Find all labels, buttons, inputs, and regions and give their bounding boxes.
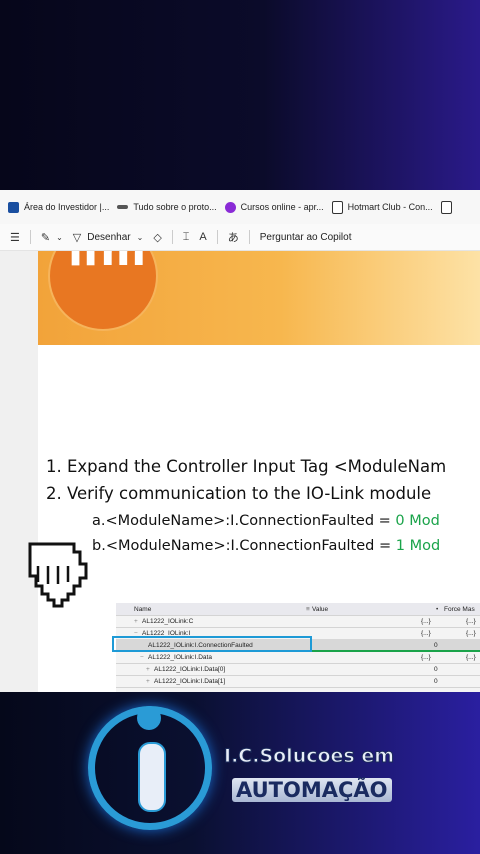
translate-button[interactable]: あ <box>228 229 239 245</box>
expand-icon[interactable]: + <box>146 678 150 685</box>
copilot-button[interactable]: Perguntar ao Copilot <box>260 232 352 243</box>
line4-suffix: Mod <box>404 538 441 554</box>
highlight-button[interactable]: ✎ ⌄ <box>41 231 63 244</box>
controller-tag-table: Name ≡ Value • Force Mas + AL1222_IOLink… <box>112 603 480 692</box>
tag-value: {...} <box>421 653 431 661</box>
instruction-line-1: 1. Expand the Controller Input Tag <Modu… <box>46 457 447 476</box>
translate-icon: あ <box>227 232 239 244</box>
investor-icon <box>8 201 19 213</box>
contents-button[interactable]: ☰ <box>10 231 20 244</box>
header-force: Force Mas <box>444 605 475 613</box>
tag-value: {...} <box>421 617 431 625</box>
tag-name: AL1222_IOLink:I.Data[0] <box>154 665 226 673</box>
brand-logo-bar <box>138 742 166 812</box>
page-icon <box>331 200 343 214</box>
link-icon <box>117 205 129 209</box>
copilot-label: Perguntar ao Copilot <box>259 231 352 243</box>
value-underline <box>312 650 480 652</box>
instruction-line-3: a.<ModuleName>:I.ConnectionFaulted = 0 M… <box>92 513 440 529</box>
pen-icon: ▽ <box>72 231 82 244</box>
draw-label: Desenhar <box>87 231 131 243</box>
slide-header-band: ifm <box>38 251 480 345</box>
draw-button[interactable]: ▽ Desenhar ⌄ <box>73 231 144 244</box>
bookmarks-bar: Área do Investidor |... Tudo sobre o pro… <box>0 190 480 225</box>
line3-suffix: Mod <box>404 513 440 529</box>
courses-icon <box>224 201 236 213</box>
bookmark-label: Tudo sobre o proto... <box>133 202 217 212</box>
tag-name: AL1222_IOLink:I.Data[1] <box>154 677 226 685</box>
chevron-down-icon: ⌄ <box>56 232 63 242</box>
header-name: Name <box>134 605 152 613</box>
pdf-side-gutter <box>0 251 39 692</box>
bookmark-more[interactable] <box>440 200 457 214</box>
pdf-slide: ifm 1. Expand the Controller Input Tag <… <box>38 251 480 692</box>
text-box-icon: ⌶ <box>182 230 190 243</box>
read-aloud-button[interactable]: A <box>199 231 206 243</box>
ifm-logo: ifm <box>48 251 158 331</box>
expand-icon[interactable]: + <box>146 666 150 673</box>
line3-prefix: a.<ModuleName>:I.ConnectionFaulted = <box>92 513 396 529</box>
pointing-hand-icon <box>28 542 88 608</box>
tag-value: 0 <box>434 641 438 649</box>
tag-name: AL1222_IOLink:I.Data <box>148 653 212 661</box>
eraser-icon: ◇ <box>153 231 162 244</box>
bookmark-courses[interactable]: Cursos online - apr... <box>224 201 324 213</box>
bookmark-protocol[interactable]: Tudo sobre o proto... <box>117 202 217 212</box>
line4-prefix: b.<ModuleName>:I.ConnectionFaulted = <box>92 538 396 554</box>
header-value: Value <box>312 605 329 613</box>
tag-value: {...} <box>421 629 431 637</box>
instruction-line-4: b.<ModuleName>:I.ConnectionFaulted = 1 M… <box>92 538 440 554</box>
brand-logo-dot <box>137 706 161 730</box>
line4-value: 1 <box>395 538 405 554</box>
bookmark-investor[interactable]: Área do Investidor |... <box>8 201 110 213</box>
table-row[interactable]: + AL1222_IOLink:I.Data[1] 0 <box>116 675 480 688</box>
bookmark-label: Cursos online - apr... <box>240 202 324 212</box>
divider <box>248 230 250 244</box>
tag-name: AL1222_IOLink:C <box>142 617 194 625</box>
erase-button[interactable]: ◇ <box>153 231 161 244</box>
sort-icon: • <box>436 605 439 613</box>
line3-value: 0 <box>395 513 405 529</box>
highlighter-icon: ✎ <box>40 231 51 244</box>
divider <box>216 230 218 244</box>
bottom-brand-band <box>0 692 480 854</box>
browser-window: Área do Investidor |... Tudo sobre o pro… <box>0 190 480 692</box>
tag-value: 0 <box>434 665 438 673</box>
instruction-line-2: 2. Verify communication to the IO-Link m… <box>46 484 432 503</box>
brand-name: I.C.Solucoes em <box>223 745 395 768</box>
brand-subtitle: AUTOMAÇÃO <box>232 778 392 802</box>
bookmark-label: Hotmart Club - Con... <box>347 202 433 212</box>
tag-force: {...} <box>466 629 476 637</box>
tag-force: {...} <box>466 653 476 661</box>
collapse-icon[interactable]: − <box>140 654 144 661</box>
read-aloud-label: A <box>199 231 207 243</box>
chevron-down-icon: ⌄ <box>136 232 144 242</box>
text-button[interactable]: ⌶ <box>183 231 190 244</box>
divider <box>171 230 173 244</box>
bookmark-hotmart[interactable]: Hotmart Club - Con... <box>331 200 433 214</box>
sort-icon: ≡ <box>306 605 310 613</box>
divider <box>29 230 31 244</box>
logo-text: ifm <box>68 251 146 276</box>
top-video-band <box>0 0 480 190</box>
tag-force: {...} <box>466 617 476 625</box>
bookmark-label: Área do Investidor |... <box>24 202 110 212</box>
page-icon <box>440 200 452 214</box>
connection-faulted-highlight <box>112 636 312 652</box>
list-icon: ☰ <box>10 231 20 244</box>
expand-icon[interactable]: + <box>134 618 138 625</box>
tag-value: 0 <box>434 677 438 685</box>
pdf-toolbar: ☰ ✎ ⌄ ▽ Desenhar ⌄ ◇ ⌶ A あ Perguntar ao C… <box>0 224 480 251</box>
